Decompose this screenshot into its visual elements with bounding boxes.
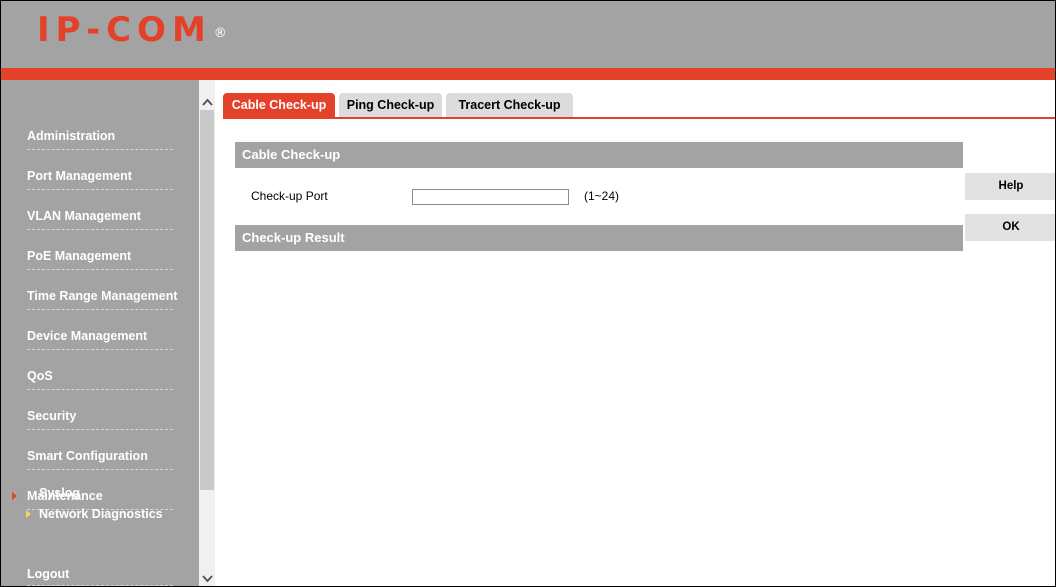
sidebar-item-security[interactable]: Security xyxy=(27,390,173,430)
sidebar-item-qos[interactable]: QoS xyxy=(27,350,173,390)
registered-mark: ® xyxy=(213,26,227,41)
check-up-port-input[interactable] xyxy=(412,189,569,205)
sidebar-item-label: Device Management xyxy=(27,329,148,343)
tab-ping-check-up[interactable]: Ping Check-up xyxy=(339,93,442,117)
tab-cable-check-up[interactable]: Cable Check-up xyxy=(223,93,335,117)
sidebar-item-label: Port Management xyxy=(27,169,132,183)
sidebar-item-label: Administration xyxy=(27,129,116,143)
tab-underline xyxy=(223,117,1055,119)
sidebar-item-label: QoS xyxy=(27,369,53,383)
logo-text: IP-COM xyxy=(37,10,212,50)
sidebar-item-smart-configuration[interactable]: Smart Configuration xyxy=(27,430,173,470)
chevron-down-icon xyxy=(201,574,213,582)
app-frame: IP-COM ® Administration Port Management V… xyxy=(0,0,1056,587)
scroll-down-button[interactable] xyxy=(199,570,215,586)
sidebar-item-label: PoE Management xyxy=(27,249,132,263)
sidebar-item-device-management[interactable]: Device Management xyxy=(27,310,173,350)
chevron-up-icon xyxy=(201,98,213,106)
tab-tracert-check-up[interactable]: Tracert Check-up xyxy=(446,93,573,117)
check-up-port-label: Check-up Port xyxy=(251,189,328,203)
active-marker-icon xyxy=(26,510,31,518)
ok-button[interactable]: OK xyxy=(965,214,1055,241)
port-range-hint: (1~24) xyxy=(584,189,620,203)
sidebar-item-time-range-management[interactable]: Time Range Management xyxy=(27,270,178,310)
brand-logo: IP-COM ® xyxy=(37,10,227,50)
scroll-up-button[interactable] xyxy=(199,93,215,110)
scroll-thumb[interactable] xyxy=(200,110,214,490)
sidebar-item-label: Smart Configuration xyxy=(27,449,148,463)
submenu-item-label: Network Diagnostics xyxy=(39,507,163,521)
sidebar-item-vlan-management[interactable]: VLAN Management xyxy=(27,190,173,230)
help-button[interactable]: Help xyxy=(965,173,1055,200)
sidebar-item-poe-management[interactable]: PoE Management xyxy=(27,230,173,270)
sidebar-item-administration[interactable]: Administration xyxy=(27,110,173,150)
submenu-item-network-diagnostics[interactable]: Network Diagnostics xyxy=(26,507,163,521)
section-header-check-up-result: Check-up Result xyxy=(235,225,963,251)
header: IP-COM ® xyxy=(1,1,1055,68)
submenu-item-syslog[interactable]: Syslog xyxy=(39,486,80,500)
sidebar-item-label: Time Range Management xyxy=(27,289,178,303)
header-stripe xyxy=(1,68,1055,80)
sidebar-item-label: VLAN Management xyxy=(27,209,141,223)
divider xyxy=(27,585,173,586)
section-header-cable-check-up: Cable Check-up xyxy=(235,142,963,168)
sidebar-scrollbar[interactable] xyxy=(199,80,215,586)
sidebar-menu: Administration Port Management VLAN Mana… xyxy=(1,110,199,510)
active-marker-icon xyxy=(12,492,17,500)
sidebar: Administration Port Management VLAN Mana… xyxy=(1,80,199,586)
logout-link[interactable]: Logout xyxy=(27,567,69,581)
sidebar-item-port-management[interactable]: Port Management xyxy=(27,150,173,190)
sidebar-item-label: Security xyxy=(27,409,77,423)
